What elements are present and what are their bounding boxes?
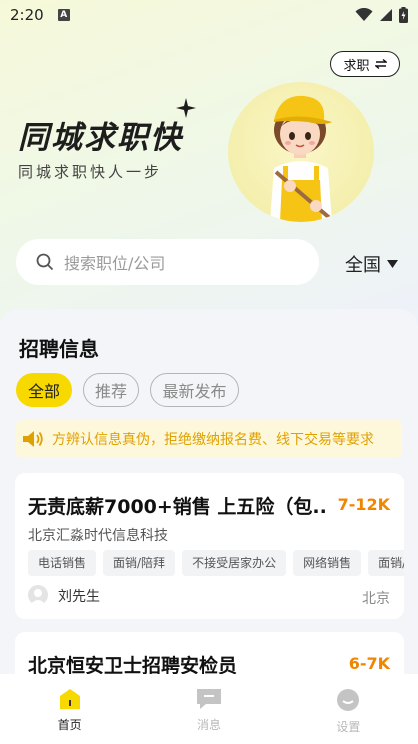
speaker-icon bbox=[23, 431, 43, 447]
filter-tab-all[interactable]: 全部 bbox=[16, 373, 72, 407]
job-tag: 面销/陪拜 bbox=[103, 550, 176, 576]
recruiter-name: 刘先生 bbox=[58, 589, 100, 605]
bottom-navigation: 首页 消息 设置 bbox=[0, 674, 418, 744]
job-tags: 电话销售 面销/陪拜 不接受居家办公 网络销售 面销/ bbox=[28, 550, 404, 576]
job-tag: 网络销售 bbox=[293, 550, 362, 576]
nav-label: 消息 bbox=[196, 718, 221, 732]
wifi-icon bbox=[355, 8, 373, 21]
job-tag: 面销/ bbox=[368, 550, 404, 576]
section-title: 招聘信息 bbox=[19, 337, 99, 361]
job-card[interactable]: 无责底薪7000+销售 上五险（包... 7-12K 北京汇淼时代信息科技 电话… bbox=[15, 473, 404, 619]
hero-title: 同城求职快 bbox=[18, 120, 183, 156]
hero-illustration bbox=[228, 82, 374, 222]
sparkle-icon bbox=[176, 98, 196, 118]
nav-item-settings[interactable]: 设置 bbox=[279, 674, 418, 744]
switch-mode-button[interactable]: 求职 bbox=[330, 51, 400, 77]
settings-icon bbox=[337, 689, 360, 711]
filter-tab-label: 全部 bbox=[27, 382, 60, 401]
recruiter-avatar bbox=[28, 585, 48, 605]
message-icon bbox=[196, 689, 221, 709]
notice-text: 方辨认信息真伪，拒绝缴纳报名费、线下交易等要求 bbox=[52, 432, 374, 448]
nav-item-messages[interactable]: 消息 bbox=[139, 674, 278, 744]
nav-label: 设置 bbox=[336, 720, 361, 734]
region-label: 全国 bbox=[345, 255, 381, 276]
filter-tab-recommended[interactable]: 推荐 bbox=[83, 373, 139, 407]
hero-subtitle: 同城求职快人一步 bbox=[18, 163, 163, 181]
user-icon bbox=[30, 589, 46, 605]
status-icons bbox=[355, 7, 408, 23]
status-bar: 2:20 A bbox=[0, 0, 418, 30]
job-location: 北京 bbox=[362, 591, 390, 607]
signal-icon bbox=[380, 9, 392, 21]
job-salary: 7-12K bbox=[337, 495, 390, 514]
caret-down-icon bbox=[387, 260, 398, 268]
home-icon bbox=[59, 689, 80, 709]
notification-icon: A bbox=[57, 9, 70, 21]
battery-icon bbox=[399, 7, 408, 23]
swap-icon bbox=[374, 58, 387, 70]
notice-bar[interactable]: 方辨认信息真伪，拒绝缴纳报名费、线下交易等要求 bbox=[16, 420, 402, 458]
job-tag: 电话销售 bbox=[28, 550, 97, 576]
region-dropdown[interactable]: 全国 bbox=[345, 251, 398, 277]
filter-tab-latest[interactable]: 最新发布 bbox=[150, 373, 239, 407]
company-name: 北京汇淼时代信息科技 bbox=[28, 528, 168, 544]
status-time: 2:20 bbox=[10, 6, 44, 24]
filter-tab-label: 最新发布 bbox=[162, 382, 227, 401]
search-icon bbox=[36, 253, 54, 271]
job-salary: 6-7K bbox=[348, 654, 390, 673]
nav-label: 首页 bbox=[57, 718, 82, 732]
nav-item-home[interactable]: 首页 bbox=[0, 674, 139, 744]
job-tag: 不接受居家办公 bbox=[182, 550, 287, 576]
switch-mode-label: 求职 bbox=[343, 58, 370, 74]
filter-tab-label: 推荐 bbox=[94, 382, 127, 401]
worker-girl-illustration bbox=[270, 95, 334, 222]
job-title: 无责底薪7000+销售 上五险（包... bbox=[28, 496, 328, 518]
search-placeholder: 搜索职位/公司 bbox=[64, 254, 166, 273]
search-bar[interactable]: 搜索职位/公司 bbox=[16, 239, 319, 285]
